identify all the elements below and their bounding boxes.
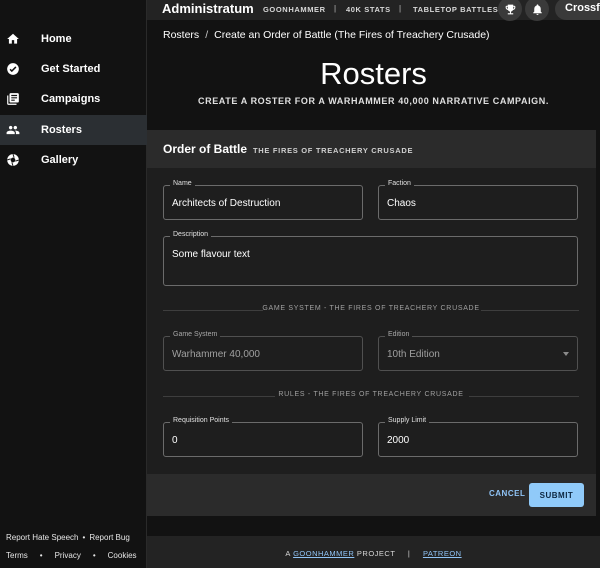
game-system-label: Game System [170, 331, 221, 338]
requisition-points-label: Requisition Points [170, 417, 233, 424]
faction-field[interactable]: Faction Chaos [378, 180, 578, 220]
supply-limit-value: 2000 [387, 435, 410, 446]
rules-divider: RULES - THE FIRES OF TREACHERY CRUSADE [163, 391, 579, 401]
sidebar-item-rosters[interactable]: Rosters [0, 115, 147, 145]
page-subtitle: CREATE A ROSTER FOR A WARHAMMER 40,000 N… [198, 96, 549, 106]
game-system-field: Game System Warhammer 40,000 [163, 331, 363, 371]
name-value: Architects of Destruction [172, 198, 281, 209]
report-hate-speech-link[interactable]: Report Hate Speech [6, 533, 79, 542]
privacy-link[interactable]: Privacy [55, 551, 81, 560]
goonhammer-footer-link[interactable]: GOONHAMMER [293, 549, 354, 558]
edition-select[interactable]: Edition 10th Edition [378, 331, 578, 371]
name-label: Name [170, 180, 195, 187]
breadcrumb-rosters-link[interactable]: Rosters [163, 29, 199, 41]
game-system-value: Warhammer 40,000 [172, 349, 260, 360]
footer-separator: | [407, 549, 411, 558]
notifications-button[interactable] [525, 0, 549, 21]
trophy-icon [505, 4, 515, 14]
sidebar-item-label: Campaigns [41, 93, 101, 105]
cancel-button[interactable]: CANCEL [489, 489, 525, 498]
faction-label: Faction [385, 180, 414, 187]
sidebar-item-label: Gallery [41, 154, 79, 166]
sidebar-item-label: Home [41, 33, 72, 45]
card-actions: CANCEL SUBMIT [147, 474, 596, 516]
tabletop-battles-link[interactable]: TABLETOP BATTLES [413, 5, 498, 14]
game-system-divider-text: GAME SYSTEM - THE FIRES OF TREACHERY CRU… [262, 305, 480, 312]
report-bug-link[interactable]: Report Bug [89, 533, 129, 542]
bell-icon [532, 3, 542, 15]
order-of-battle-form-card: Order of Battle THE FIRES OF TREACHERY C… [147, 130, 596, 516]
sidebar-item-home[interactable]: Home [0, 24, 147, 54]
sidebar-item-label: Rosters [41, 124, 82, 136]
card-title: Order of Battle [163, 142, 248, 156]
sidebar-footer-row1: Report Hate Speech • Report Bug [6, 533, 130, 542]
requisition-points-field[interactable]: Requisition Points 0 [163, 417, 363, 457]
sidebar: Home Get Started Campaigns Rosters Galle… [0, 0, 147, 568]
40k-stats-link[interactable]: 40K STATS [346, 5, 391, 14]
breadcrumb-separator: / [205, 29, 209, 41]
chevron-down-icon [563, 352, 569, 356]
rules-divider-text: RULES - THE FIRES OF TREACHERY CRUSADE [278, 391, 464, 398]
top-app-bar: Administratum GOONHAMMER | 40K STATS | T… [147, 0, 600, 21]
sidebar-item-label: Get Started [41, 63, 101, 75]
edition-label: Edition [385, 331, 413, 338]
footer-prefix: A [285, 549, 291, 558]
group-icon [6, 125, 20, 135]
name-field[interactable]: Name Architects of Destruction [163, 180, 363, 220]
page-footer: A GOONHAMMER PROJECT | PATREON [147, 536, 600, 568]
card-header: Order of Battle THE FIRES OF TREACHERY C… [147, 130, 596, 168]
user-name: Crossfire [565, 2, 600, 14]
topbar-separator: | [334, 4, 337, 13]
goonhammer-link[interactable]: GOONHAMMER [263, 5, 326, 14]
description-label: Description [170, 231, 212, 238]
footer-text: A GOONHAMMER PROJECT | PATREON [147, 549, 600, 558]
trophy-button[interactable] [498, 0, 522, 21]
topbar-separator: | [399, 4, 402, 13]
sidebar-footer-row2: Terms • Privacy • Cookies [6, 551, 137, 560]
edition-value: 10th Edition [387, 349, 440, 360]
app-title[interactable]: Administratum [162, 1, 254, 16]
patreon-link[interactable]: PATREON [423, 549, 462, 558]
game-system-divider: GAME SYSTEM - THE FIRES OF TREACHERY CRU… [163, 305, 579, 315]
user-menu-chip[interactable]: Crossfire [555, 0, 600, 20]
description-field[interactable]: Description Some flavour text [163, 231, 578, 286]
supply-limit-label: Supply Limit [385, 417, 430, 424]
library-icon [7, 93, 19, 105]
sidebar-item-get-started[interactable]: Get Started [0, 54, 147, 84]
requisition-points-value: 0 [172, 435, 178, 446]
check-circle-icon [7, 63, 19, 75]
sidebar-item-campaigns[interactable]: Campaigns [0, 84, 147, 114]
aperture-icon [7, 154, 19, 166]
card-subtitle: THE FIRES OF TREACHERY CRUSADE [253, 146, 414, 155]
page-title: Rosters [320, 56, 427, 91]
sidebar-item-gallery[interactable]: Gallery [0, 145, 147, 175]
footer-project: PROJECT [356, 549, 396, 558]
home-icon [7, 33, 19, 44]
description-value: Some flavour text [172, 249, 250, 260]
submit-button[interactable]: SUBMIT [529, 483, 584, 507]
terms-link[interactable]: Terms [6, 551, 28, 560]
cookies-link[interactable]: Cookies [108, 551, 137, 560]
faction-value: Chaos [387, 198, 416, 209]
breadcrumb-current: Create an Order of Battle (The Fires of … [214, 29, 490, 41]
breadcrumb: Rosters / Create an Order of Battle (The F… [163, 29, 490, 41]
supply-limit-field[interactable]: Supply Limit 2000 [378, 417, 578, 457]
